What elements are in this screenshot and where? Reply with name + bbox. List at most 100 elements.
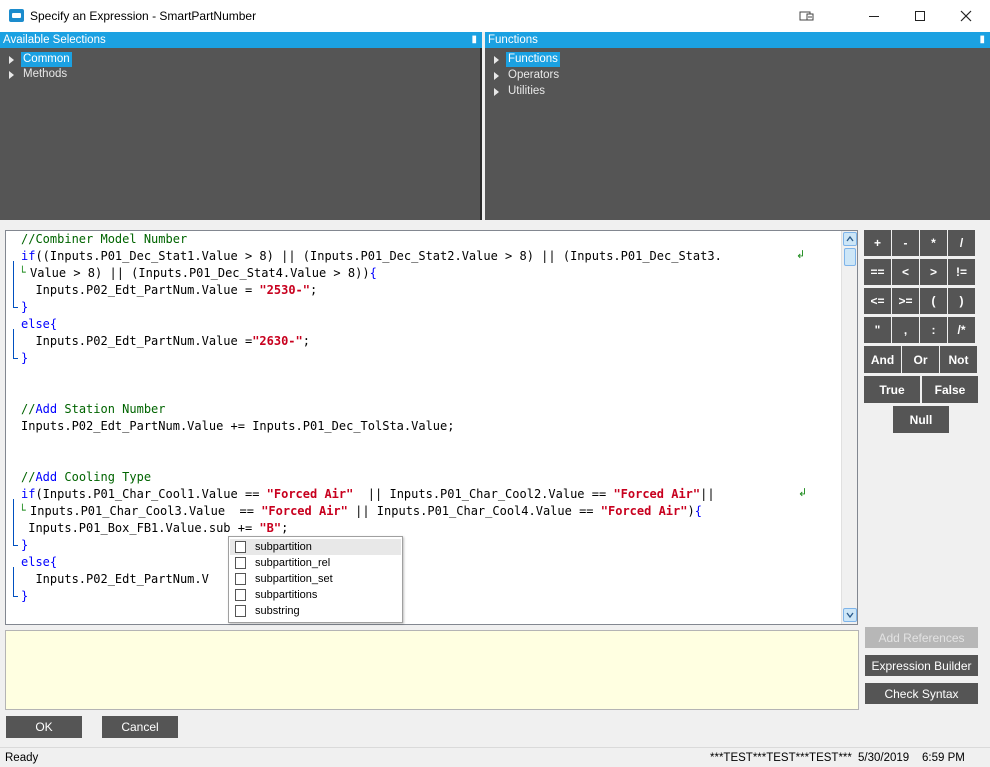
syntax-output-box[interactable] [5,630,859,710]
keypad-key[interactable]: >= [892,288,919,314]
code-line[interactable]: //Add Cooling Type [21,469,151,486]
scroll-down-icon[interactable] [843,608,857,622]
autocomplete-item[interactable]: substring [230,603,401,619]
tree-item-label: Operators [508,69,560,81]
expand-arrow-icon[interactable] [9,56,14,64]
minimize-icon[interactable] [851,0,897,32]
panel-title: Functions [488,34,538,46]
keypad-key[interactable]: < [892,259,919,285]
code-line[interactable]: } [21,537,28,554]
autocomplete-list[interactable]: subpartition subpartition_rel subpartition… [228,536,403,623]
tree-item-label: Methods [23,68,68,80]
fold-guide [13,567,21,597]
code-line[interactable]: Inputs.P02_Edt_PartNum.Value ="2630-"; [21,333,310,350]
expression-builder-button[interactable]: Expression Builder [865,655,978,676]
expand-arrow-icon[interactable] [494,88,499,96]
keypad-key[interactable]: <= [864,288,891,314]
autocomplete-item[interactable]: subpartition [230,539,401,555]
ok-button[interactable]: OK [6,716,82,738]
expression-editor[interactable]: //Combiner Model Number if((Inputs.P01_De… [5,230,858,625]
keypad-key[interactable]: ( [920,288,947,314]
fold-guide-end [13,358,18,359]
autocomplete-label: subpartition_set [255,573,333,585]
keypad-key[interactable]: : [920,317,947,343]
panel-header: Functions ▮ [485,32,990,48]
autocomplete-label: substring [255,605,300,617]
keypad-key[interactable]: Not [940,346,977,373]
code-line[interactable]: if(Inputs.P01_Char_Cool1.Value == "Force… [21,486,715,503]
add-references-button[interactable]: Add References [865,627,978,648]
fold-guide-end [13,307,18,308]
tree-item-label: Functions [506,52,560,67]
fold-guide [13,329,21,359]
keypad-key[interactable]: != [948,259,975,285]
tree-item-label: Common [21,52,72,67]
status-text: Ready [5,752,39,764]
keypad-key[interactable]: And [864,346,901,373]
pin-icon[interactable]: ▮ [979,32,985,48]
keypad-key[interactable]: / [948,230,975,256]
code-line[interactable]: Inputs.P01_Box_FB1.Value.sub += "B"; [21,520,288,537]
check-syntax-button[interactable]: Check Syntax [865,683,978,704]
autocomplete-item[interactable]: subpartition_set [230,571,401,587]
keypad-key[interactable]: * [920,230,947,256]
keypad-key[interactable]: Or [902,346,939,373]
autocomplete-item[interactable]: subpartition_rel [230,555,401,571]
status-time: 6:59 PM [922,752,965,764]
code-line[interactable]: Inputs.P01_Char_Cool3.Value == "Forced A… [30,503,702,520]
scroll-up-icon[interactable] [843,232,857,246]
document-icon [235,573,246,585]
fold-guide [13,499,21,546]
code-line[interactable]: if((Inputs.P01_Dec_Stat1.Value > 8) || (… [21,248,722,265]
keypad-key[interactable]: ) [948,288,975,314]
restore-icon[interactable] [784,0,830,32]
keypad-key[interactable]: , [892,317,919,343]
expand-arrow-icon[interactable] [494,72,499,80]
keypad-key[interactable]: True [864,376,920,403]
document-icon [235,605,246,617]
code-line[interactable]: else{ [21,554,57,571]
functions-panel: Functions ▮ Functions Operators Utilitie… [485,32,990,220]
code-line[interactable]: //Combiner Model Number [21,231,187,248]
code-line[interactable]: Inputs.P02_Edt_PartNum.V [21,571,208,588]
code-line[interactable]: Inputs.P02_Edt_PartNum.Value = "2530-"; [21,282,317,299]
code-line[interactable]: } [21,588,28,605]
operator-keypad: + - * / == < > != <= >=() ",:/* And Or Not True False Nu… [862,228,978,438]
keypad-key[interactable]: Null [893,406,949,433]
available-selections-panel: Available Selections ▮ Common Methods [0,32,482,220]
expand-arrow-icon[interactable] [494,56,499,64]
document-icon [235,557,246,569]
cancel-button[interactable]: Cancel [102,716,178,738]
code-line[interactable]: else{ [21,316,57,333]
window-title: Specify an Expression - SmartPartNumber [30,9,257,23]
autocomplete-label: subpartitions [255,589,318,601]
vertical-scrollbar[interactable] [841,231,857,624]
code-line[interactable]: } [21,350,28,367]
autocomplete-label: subpartition_rel [255,557,331,569]
keypad-key[interactable]: + [864,230,891,256]
keypad-key[interactable]: /* [948,317,975,343]
code-line[interactable]: } [21,299,28,316]
keypad-key[interactable]: > [920,259,947,285]
tree-item-label: Utilities [508,85,546,97]
maximize-icon[interactable] [897,0,943,32]
code-area[interactable]: //Combiner Model Number if((Inputs.P01_De… [6,231,842,624]
document-icon [235,541,246,553]
keypad-key[interactable]: False [922,376,978,403]
close-icon[interactable] [943,0,989,32]
keypad-key[interactable]: " [864,317,891,343]
expand-arrow-icon[interactable] [9,71,14,79]
panel-header: Available Selections ▮ [0,32,482,48]
code-line[interactable]: Inputs.P02_Edt_PartNum.Value += Inputs.P… [21,418,454,435]
app-icon [9,9,24,22]
fold-guide-end [13,596,18,597]
wrap-arrow-icon: ↲ [796,248,806,261]
scroll-thumb[interactable] [844,248,856,266]
code-line[interactable]: //Add Station Number [21,401,166,418]
code-line[interactable]: Value > 8) || (Inputs.P01_Dec_Stat4.Valu… [30,265,377,282]
keypad-key[interactable]: - [892,230,919,256]
pin-icon[interactable]: ▮ [471,32,477,48]
autocomplete-item[interactable]: subpartitions [230,587,401,603]
keypad-key[interactable]: == [864,259,891,285]
status-date: 5/30/2019 [858,752,910,764]
